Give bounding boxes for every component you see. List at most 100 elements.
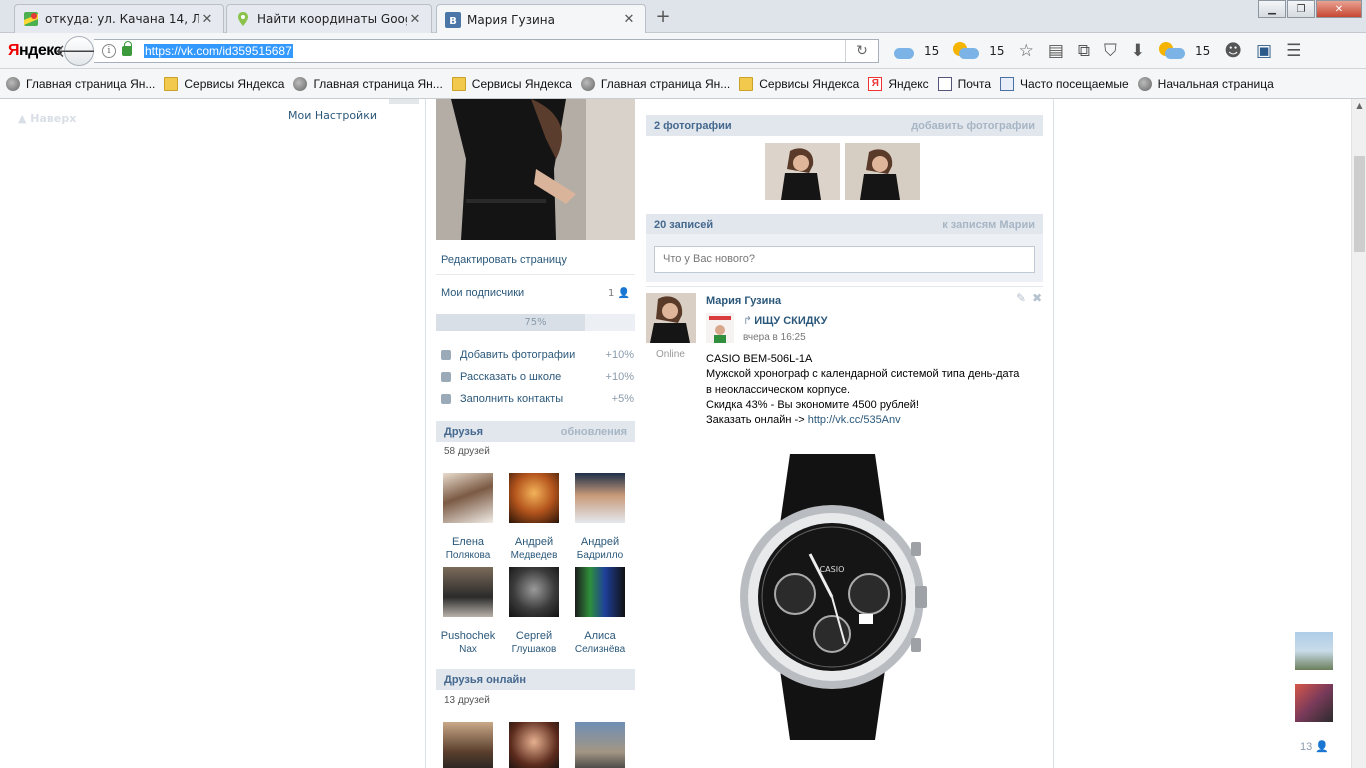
scrollbar-thumb[interactable] xyxy=(1354,156,1365,252)
bookmark-item[interactable]: Почта xyxy=(937,76,991,91)
friend-card[interactable]: Pushochek Nax xyxy=(435,567,501,657)
wall-title[interactable]: 20 записей xyxy=(654,219,713,231)
friend-card[interactable]: Сергей Глушаков xyxy=(501,567,567,657)
friend-photo[interactable] xyxy=(575,722,625,768)
screenshot-button[interactable]: ⧉ xyxy=(1078,41,1090,61)
restore-button[interactable]: ❐ xyxy=(1287,0,1315,18)
minimize-button[interactable]: ▁ xyxy=(1258,0,1286,18)
friends-updates-link[interactable]: обновления xyxy=(561,426,627,438)
friend-photo[interactable] xyxy=(443,567,493,617)
task-school[interactable]: Рассказать о школе +10% xyxy=(441,371,634,383)
weather-widget[interactable]: 15 xyxy=(953,42,1005,60)
online-friends-count[interactable]: 13 👤 xyxy=(1300,740,1329,753)
online-friend-card[interactable] xyxy=(435,722,501,768)
bookmark-item[interactable]: Сервисы Яндекса xyxy=(164,76,284,91)
close-icon[interactable]: ✕ xyxy=(199,12,215,27)
bookmark-item[interactable]: Я Яндекс xyxy=(868,76,929,91)
edit-page-link[interactable]: Редактировать страницу xyxy=(441,254,567,266)
friend-surname[interactable]: Медведев xyxy=(501,549,567,563)
add-photos-link[interactable]: добавить фотографии xyxy=(911,120,1035,132)
downloads-button[interactable]: ⬇ xyxy=(1131,41,1145,61)
yandex-logo[interactable]: Яндекс xyxy=(8,42,62,60)
online-friend-card[interactable] xyxy=(567,722,633,768)
friend-photo[interactable] xyxy=(509,722,559,768)
friend-name[interactable]: Андрей xyxy=(501,536,567,549)
tab-route[interactable]: откуда: ул. Качана 14, Лид... ✕ xyxy=(14,4,224,33)
friend-photo[interactable] xyxy=(509,473,559,523)
bookmark-item[interactable]: Главная страница Ян... xyxy=(6,76,155,91)
friend-surname[interactable]: Селизнёва xyxy=(567,643,633,657)
post-watch-image[interactable]: CASIO xyxy=(735,454,930,740)
friend-name[interactable]: Елена xyxy=(435,536,501,549)
bookmark-item[interactable]: Часто посещаемые xyxy=(1000,76,1129,91)
page-scrollbar[interactable]: ▲ xyxy=(1351,99,1366,768)
online-friend-card[interactable] xyxy=(501,722,567,768)
friend-surname[interactable]: Глушаков xyxy=(501,643,567,657)
friend-name[interactable]: Андрей xyxy=(567,536,633,549)
friends-online-title[interactable]: Друзья онлайн xyxy=(444,674,526,686)
repost-source-avatar[interactable] xyxy=(706,313,734,343)
edit-icon[interactable]: ✎ xyxy=(1016,291,1026,305)
bookmark-item[interactable]: Сервисы Яндекса xyxy=(451,76,572,91)
weather-widget[interactable]: 15 xyxy=(1159,42,1210,60)
photo-thumbnail[interactable] xyxy=(765,143,840,200)
info-icon[interactable]: i xyxy=(102,44,116,58)
bookmark-item[interactable]: Главная страница Ян... xyxy=(293,76,443,91)
pocket-button[interactable]: ⛉ xyxy=(1104,41,1117,61)
extension-button[interactable]: ▣ xyxy=(1256,41,1272,61)
subscribers-count[interactable]: 1 👤 xyxy=(608,288,630,299)
reload-icon[interactable]: ↻ xyxy=(845,40,878,62)
chat-button[interactable]: ☻ xyxy=(1224,41,1242,61)
wall-post-input[interactable]: Что у Вас нового? xyxy=(654,246,1035,273)
bookmark-item[interactable]: Начальная страница xyxy=(1137,76,1274,91)
friends-online-header[interactable]: Друзья онлайн xyxy=(436,669,635,690)
online-friend-avatar[interactable] xyxy=(1295,684,1333,722)
friends-title[interactable]: Друзья xyxy=(444,426,483,438)
close-icon[interactable]: ✕ xyxy=(621,12,637,27)
new-tab-button[interactable]: + xyxy=(652,6,674,28)
friends-count[interactable]: 58 друзей xyxy=(444,446,490,457)
repost-source-name[interactable]: ↱ ИЩУ СКИДКУ xyxy=(743,314,827,327)
profile-avatar[interactable] xyxy=(436,99,635,240)
friend-surname[interactable]: Бадрилло xyxy=(567,549,633,563)
my-settings-link[interactable]: Мои Настройки xyxy=(288,109,377,122)
bookmark-star-button[interactable]: ☆ xyxy=(1019,41,1034,61)
friends-online-count[interactable]: 13 друзей xyxy=(444,695,490,706)
bookmark-item[interactable]: Сервисы Яндекса xyxy=(739,76,859,91)
wall-header[interactable]: 20 записей к записям Марии xyxy=(646,214,1043,235)
post-author-avatar[interactable] xyxy=(646,293,696,343)
tab-vk-profile[interactable]: В Мария Гузина ✕ xyxy=(436,4,646,34)
close-icon[interactable]: ✕ xyxy=(407,12,423,27)
friends-header[interactable]: Друзья обновления xyxy=(436,421,635,442)
friend-photo[interactable] xyxy=(443,473,493,523)
post-date[interactable]: вчера в 16:25 xyxy=(743,332,806,343)
friend-photo[interactable] xyxy=(575,473,625,523)
reading-list-button[interactable]: ▤ xyxy=(1048,41,1064,61)
url-text[interactable]: https://vk.com/id359515687 xyxy=(144,44,293,58)
friend-card[interactable]: Андрей Медведев xyxy=(501,473,567,563)
menu-button[interactable]: ☰ xyxy=(1286,41,1301,61)
order-link[interactable]: http://vk.cc/535Anv xyxy=(808,414,901,426)
friend-surname[interactable]: Nax xyxy=(435,643,501,657)
address-bar[interactable]: i https://vk.com/id359515687 ↻ xyxy=(94,39,879,63)
friend-photo[interactable] xyxy=(509,567,559,617)
photo-thumbnail[interactable] xyxy=(845,143,920,200)
back-button[interactable]: 🡐 xyxy=(55,36,103,66)
scroll-up-link[interactable]: ▲ Наверх xyxy=(18,112,76,125)
friend-card[interactable]: Алиса Селизнёва xyxy=(567,567,633,657)
friend-photo[interactable] xyxy=(443,722,493,768)
friend-surname[interactable]: Полякова xyxy=(435,549,501,563)
friend-name[interactable]: Pushochek xyxy=(435,630,501,643)
my-subscribers-link[interactable]: Мои подписчики xyxy=(441,287,524,299)
close-window-button[interactable]: ✕ xyxy=(1316,0,1362,18)
online-friend-avatar[interactable] xyxy=(1295,632,1333,670)
delete-icon[interactable]: ✖ xyxy=(1032,291,1042,305)
friend-card[interactable]: Елена Полякова xyxy=(435,473,501,563)
post-author-name[interactable]: Мария Гузина xyxy=(706,295,781,307)
wall-posts-link[interactable]: к записям Марии xyxy=(942,219,1035,231)
weather-widget[interactable]: 15 xyxy=(888,42,939,60)
friend-name[interactable]: Алиса xyxy=(567,630,633,643)
task-contacts[interactable]: Заполнить контакты +5% xyxy=(441,393,634,405)
scroll-up-arrow-icon[interactable]: ▲ xyxy=(1352,99,1366,113)
friend-photo[interactable] xyxy=(575,567,625,617)
